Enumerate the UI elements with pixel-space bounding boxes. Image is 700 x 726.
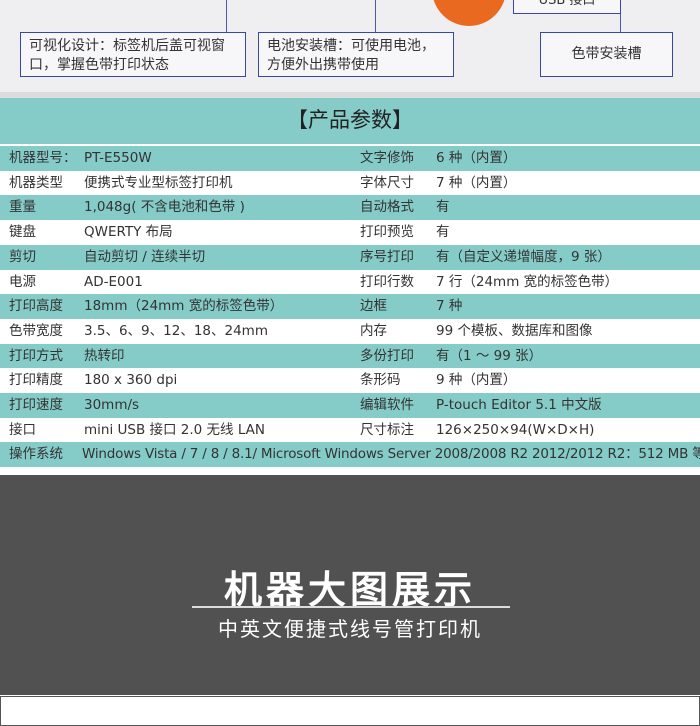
param-value: QWERTY 布局 [84, 224, 173, 241]
param-label: 内存 [360, 322, 387, 339]
param-value: 180 x 360 dpi [84, 372, 178, 389]
param-value: 有 [436, 199, 450, 216]
param-value: P-touch Editor 5.1 中文版 [436, 397, 602, 413]
param-label: 剪切 [9, 248, 36, 265]
table-row: 打印高度 18mm（24mm 宽的标签色带） 边框 7 种 [0, 294, 700, 320]
param-value: 1,048g( 不含电池和色带 ) [84, 199, 245, 216]
param-label: 边框 [360, 298, 387, 315]
table-row: 键盘 QWERTY 布局 打印预览 有 [0, 220, 700, 245]
param-label: 机器类型 [9, 174, 63, 191]
table-row: 机器类型 便携式专业型标签打印机 字体尺寸 7 种（内置） [0, 171, 700, 196]
param-value: 有（自定义递增幅度，9 张） [436, 248, 611, 265]
table-row: 剪切 自动剪切 / 连续半切 序号打印 有（自定义递增幅度，9 张） [0, 244, 700, 270]
param-value: 18mm（24mm 宽的标签色带） [84, 298, 284, 315]
param-label: 多份打印 [360, 347, 414, 364]
param-label: 重量 [9, 199, 36, 216]
table-row: 打印方式 热转印 多份打印 有（1 ～ 99 张） [0, 343, 700, 369]
table-row: 打印精度 180 x 360 dpi 条形码 9 种（内置） [0, 368, 700, 393]
param-value: 99 个模板、数据库和图像 [436, 322, 593, 339]
param-label: 打印精度 [9, 372, 63, 389]
parameters-title: 【产品参数】 [0, 98, 700, 144]
param-label: 操作系统 [9, 446, 63, 462]
param-value: 126×250×94(W×D×H) [436, 421, 595, 438]
param-value: 有（1 ～ 99 张） [436, 347, 543, 364]
table-row: 机器型号： PT-E550W 文字修饰 6 种（内置） [0, 146, 700, 171]
param-value: 自动剪切 / 连续半切 [84, 248, 206, 265]
usb-port-callout: USB 接口 [513, 0, 621, 14]
param-label: 色带宽度 [9, 322, 63, 339]
visual-design-callout: 可视化设计：标签机后盖可视窗口，掌握色带打印状态 [20, 32, 246, 77]
showcase-banner: 机器大图展示 中英文便捷式线号管打印机 [0, 475, 700, 695]
param-label: 尺寸标注 [360, 421, 414, 438]
param-value: mini USB 接口 2.0 无线 LAN [84, 421, 266, 438]
title-underline [192, 606, 510, 608]
ribbon-slot-callout: 色带安装槽 [540, 32, 673, 77]
product-parameters: 【产品参数】 机器型号： PT-E550W 文字修饰 6 种（内置） 机器类型 便携式专业… [0, 98, 700, 468]
table-row: 打印速度 30mm/s 编辑软件 P-touch Editor 5.1 中文版 [0, 393, 700, 418]
param-label: 键盘 [9, 224, 36, 241]
param-value: 30mm/s [84, 397, 140, 413]
param-value: Windows Vista / 7 / 8 / 8.1/ Microsoft W… [82, 446, 700, 462]
feature-callout-section: USB 接口 可视化设计：标签机后盖可视窗口，掌握色带打印状态 电池安装槽：可使… [0, 0, 700, 92]
param-value: 7 种（内置） [436, 174, 517, 191]
table-row: 电源 AD-E001 打印行数 7 行（24mm 宽的标签色带） [0, 270, 700, 295]
param-value: 7 种 [436, 298, 463, 315]
param-value: 6 种（内置） [436, 150, 517, 166]
param-value: 7 行（24mm 宽的标签色带） [436, 273, 619, 290]
param-label: 编辑软件 [360, 397, 414, 413]
param-label: 打印预览 [360, 224, 414, 241]
battery-slot-callout: 电池安装槽：可使用电池，方便外出携带使用 [258, 32, 454, 77]
param-label: 打印方式 [9, 347, 63, 364]
table-row: 色带宽度 3.5、6、9、12、18、24mm 内存 99 个模板、数据库和图像 [0, 319, 700, 344]
param-label: 条形码 [360, 372, 401, 389]
param-label: 接口 [9, 421, 36, 438]
callout-leader-line [375, 0, 376, 32]
showcase-subtitle: 中英文便捷式线号管打印机 [218, 617, 482, 641]
table-row: 接口 mini USB 接口 2.0 无线 LAN 尺寸标注 126×250×94(W… [0, 418, 700, 443]
table-row: 重量 1,048g( 不含电池和色带 ) 自动格式 有 [0, 195, 700, 221]
param-value: 9 种（内置） [436, 372, 517, 389]
param-value: 3.5、6、9、12、18、24mm [84, 322, 268, 339]
param-label: 自动格式 [360, 199, 414, 216]
param-label: 序号打印 [360, 248, 414, 265]
image-frame [0, 696, 700, 726]
table-row-os: 操作系统 Windows Vista / 7 / 8 / 8.1/ Micros… [0, 442, 700, 467]
param-value: 便携式专业型标签打印机 [84, 174, 233, 191]
param-label: 打印速度 [9, 397, 63, 413]
param-value: 有 [436, 224, 450, 241]
callout-leader-line [226, 0, 227, 32]
printer-device-image [432, 0, 506, 26]
param-value: AD-E001 [84, 273, 143, 290]
param-label: 打印行数 [360, 273, 414, 290]
param-label: 机器型号： [9, 150, 77, 166]
param-value: 热转印 [84, 347, 125, 364]
param-label: 字体尺寸 [360, 174, 414, 191]
param-label: 电源 [9, 273, 36, 290]
param-label: 文字修饰 [360, 150, 414, 166]
param-label: 打印高度 [9, 298, 63, 315]
param-value: PT-E550W [84, 150, 152, 166]
